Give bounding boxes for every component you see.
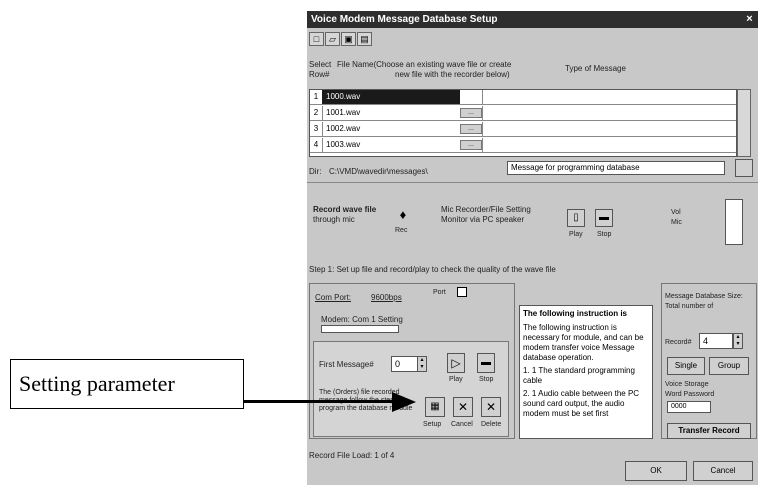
db-size-title: Message Database Size: [665,293,743,300]
table-row[interactable]: 2 1001.wav … [310,106,736,121]
table-row[interactable]: 4 1003.wav … [310,138,736,153]
save-icon[interactable]: ▣ [341,32,356,46]
select-header: Select [309,60,332,69]
cancel-button[interactable]: Cancel [693,461,753,481]
modem-play-caption: Play [449,376,463,383]
cancel-icon[interactable]: ✕ [453,397,473,417]
microphone-icon[interactable]: ♦ [395,207,411,223]
database-setup-window: Voice Modem Message Database Setup × □ ▱… [306,10,758,485]
stop-caption: Stop [597,231,612,238]
new-icon[interactable]: □ [309,32,324,46]
status-text: Record File Load: 1 of 4 [309,451,395,460]
row-filename[interactable]: 1003.wav [322,138,460,152]
divider [307,182,758,183]
modem-play-icon[interactable]: ▷ [447,353,465,373]
first-message-label: First Message# [319,360,374,369]
modem-label: Modem: Com 1 Setting [321,315,403,324]
tab-speed[interactable]: 9600bps [371,293,402,302]
dir-label: Dir: [309,167,322,176]
row-filename[interactable]: 1002.wav [322,122,460,136]
row-type[interactable] [482,90,736,104]
single-button[interactable]: Single [667,357,705,375]
grid-scrollbar[interactable] [737,89,751,157]
dir-path: C:\VMD\wavedir\messages\ [329,167,428,176]
group-button[interactable]: Group [709,357,749,375]
title-bar: Voice Modem Message Database Setup × [307,11,758,28]
delete-caption: Delete [481,421,502,428]
instruction-line: 1. 1 The standard programming cable [523,366,635,385]
row-type[interactable] [482,106,736,120]
type-header: Type of Message [565,64,626,73]
file-header: File Name(Choose an existing wave file o… [337,60,512,69]
instruction-line: The following instruction is necessary f… [523,323,644,342]
window-title: Voice Modem Message Database Setup [311,14,498,25]
first-message-stepper[interactable]: ▴ ▾ [417,356,427,372]
tab-com-port[interactable]: Com Port: [315,293,351,302]
instruction-line: modem transfer voice Message database op… [523,343,635,362]
vol-label: Vol [671,209,681,216]
modem-setting-field[interactable] [321,325,399,333]
record-count-label: Record# [665,339,692,346]
stop-icon[interactable]: ▬ [595,209,613,227]
recorder-info: Step 1: Set up file and record/play to c… [309,265,556,274]
callout-arrow-head [392,392,416,412]
mic-recorder-sub: Monitor via PC speaker [441,215,525,224]
record-label: Record wave file [313,205,377,214]
setting-parameter-callout: Setting parameter [10,359,244,409]
record-count-stepper[interactable]: ▴ ▾ [733,333,743,349]
modem-stop-caption: Stop [479,376,494,383]
db-size-sub: Total number of [665,303,714,310]
open-icon[interactable]: ▱ [325,32,340,46]
port-checkbox-label: Port [433,289,446,296]
modem-stop-icon[interactable]: ▬ [477,353,495,373]
dir-browse-button[interactable] [735,159,753,177]
row-header: Row# [309,70,330,79]
record-sub: through mic [313,215,355,224]
instructions-title: The following instruction is [523,309,627,318]
row-filename[interactable]: 1000.wav [322,90,460,104]
transfer-record-button[interactable]: Transfer Record [667,423,751,439]
mic-recorder-label: Mic Recorder/File Setting [441,205,531,214]
print-icon[interactable]: ▤ [357,32,372,46]
instruction-line: 2. 1 Audio cable between the PC sound ca… [523,389,640,408]
message-type-field[interactable]: Message for programming database [507,161,725,175]
instructions-box[interactable]: The following instruction is The followi… [519,305,653,439]
row-type[interactable] [482,138,736,152]
browse-button[interactable]: … [460,108,482,118]
instruction-line: modem must be set first [523,409,609,418]
callout-arrow-line [244,400,394,403]
delete-icon[interactable]: ✕ [481,397,501,417]
record-count-input[interactable]: 4 [699,333,733,349]
file-header-sub: new file with the recorder below) [395,70,510,79]
password-input[interactable]: 0000 [667,401,711,413]
browse-button[interactable]: … [460,124,482,134]
row-type[interactable] [482,122,736,136]
row-filename[interactable]: 1001.wav [322,106,460,120]
table-row[interactable]: 1 1000.wav [310,90,736,105]
setup-icon[interactable]: ▦ [425,397,445,417]
setup-caption: Setup [423,421,442,428]
play-caption: Play [569,231,583,238]
play-icon[interactable]: ▯ [567,209,585,227]
port-checkbox[interactable] [457,287,467,297]
voice-storage-label: Voice Storage [665,381,709,388]
table-row[interactable]: 3 1002.wav … [310,122,736,137]
rec-caption: Rec [395,227,408,234]
cancel-caption: Cancel [451,421,473,428]
word-password-label: Word Password [665,391,715,398]
vol-label-mic: Mic [671,219,682,226]
close-icon[interactable]: × [742,12,757,26]
message-grid[interactable]: 1 1000.wav 2 1001.wav … 3 1002.wav … 4 1… [309,89,737,157]
browse-button[interactable]: … [460,140,482,150]
volume-meter[interactable] [725,199,743,245]
ok-button[interactable]: OK [625,461,687,481]
